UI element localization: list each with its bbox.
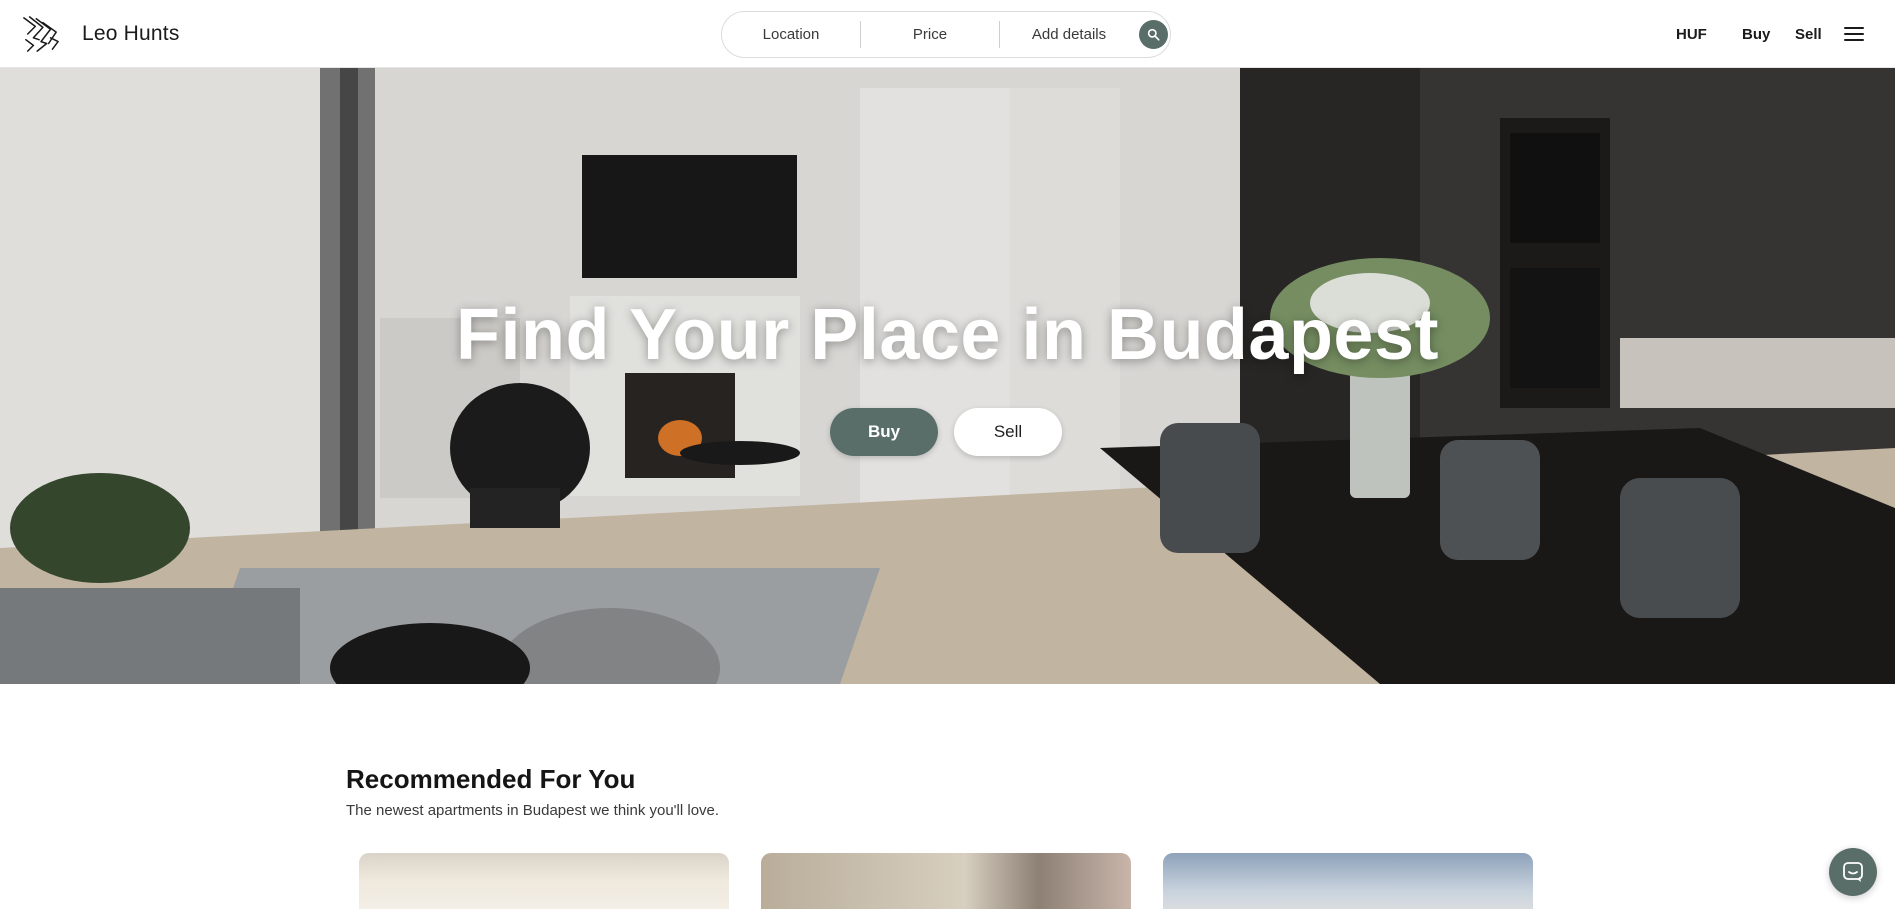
listing-card[interactable]	[1163, 853, 1533, 909]
brand-name: Leo Hunts	[82, 22, 180, 45]
hero-title: Find Your Place in Budapest	[455, 295, 1439, 375]
hero-buy-button[interactable]: Buy	[830, 408, 938, 456]
hero-actions: Buy Sell	[830, 408, 1062, 456]
search-button[interactable]	[1139, 20, 1168, 49]
nav-buy-link[interactable]: Buy	[1742, 26, 1770, 43]
chat-widget-button[interactable]	[1829, 848, 1877, 896]
leo-hunts-logo-icon	[23, 16, 59, 52]
search-bar: Location Price Add details	[721, 11, 1171, 58]
search-location-field[interactable]: Location	[722, 12, 860, 57]
listing-image	[1163, 853, 1533, 909]
listing-image	[359, 853, 729, 909]
recommended-subtitle: The newest apartments in Budapest we thi…	[346, 802, 720, 819]
nav-sell-link[interactable]: Sell	[1795, 26, 1822, 43]
search-details-field[interactable]: Add details	[1000, 12, 1138, 57]
recommended-title: Recommended For You	[346, 764, 636, 794]
listing-image	[761, 853, 1131, 909]
currency-selector[interactable]: HUF	[1676, 26, 1707, 43]
listing-card[interactable]	[359, 853, 729, 909]
chat-icon	[1843, 862, 1863, 882]
search-icon	[1147, 28, 1160, 41]
listing-card[interactable]	[761, 853, 1131, 909]
brand-home-link[interactable]: Leo Hunts	[22, 14, 180, 54]
hero-sell-button[interactable]: Sell	[954, 408, 1062, 456]
hero-background-image	[0, 68, 1895, 684]
site-header: Leo Hunts Location Price Add details HUF…	[0, 0, 1895, 68]
hamburger-menu-icon[interactable]	[1844, 27, 1864, 43]
hero-section: Find Your Place in Budapest Buy Sell	[0, 68, 1895, 684]
search-price-field[interactable]: Price	[861, 12, 999, 57]
